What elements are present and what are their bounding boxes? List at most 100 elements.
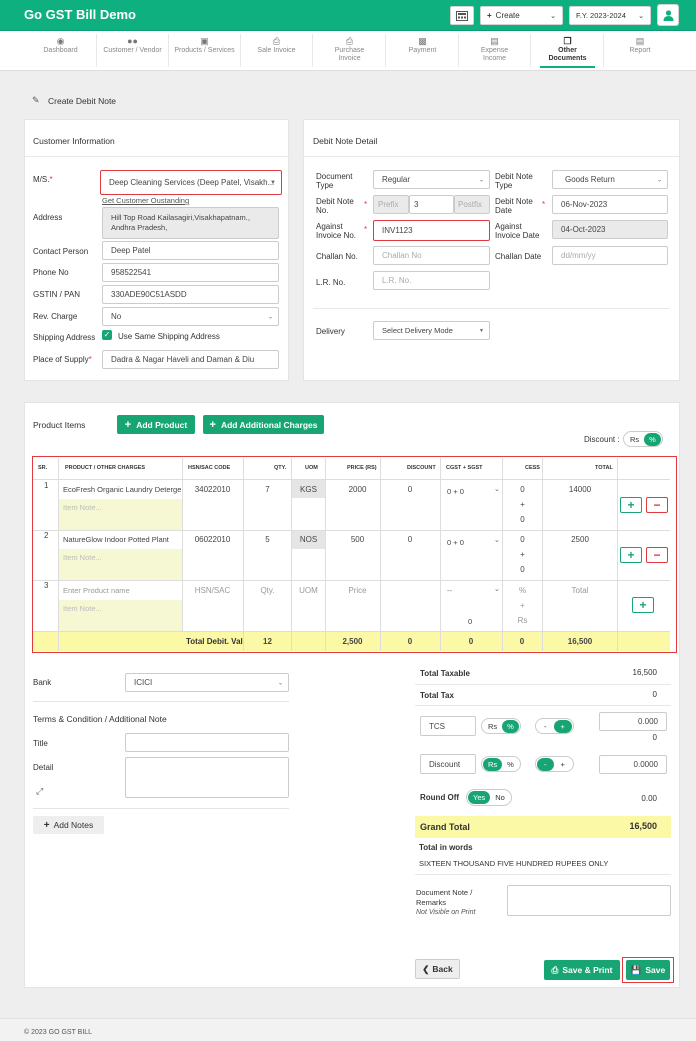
add-notes-button[interactable]: + Add Notes: [33, 816, 104, 834]
save-button[interactable]: 💾 Save: [626, 960, 670, 980]
row3-hsn-input[interactable]: HSN/SAC: [190, 586, 235, 595]
tcs-rs-option[interactable]: Rs: [483, 720, 502, 733]
round-off-no[interactable]: No: [490, 791, 510, 804]
gstin-field[interactable]: 330ADE90C51ASDD: [102, 285, 279, 304]
row1-gst[interactable]: 0 + 0: [447, 487, 464, 496]
row2-price[interactable]: 500: [340, 535, 375, 544]
row3-gst-select[interactable]: --: [447, 586, 452, 595]
tcs-percent-option[interactable]: %: [502, 719, 519, 733]
row1-add-button[interactable]: +: [620, 497, 642, 513]
row1-uom[interactable]: KGS: [292, 485, 325, 494]
tcs-select[interactable]: TCS: [420, 716, 476, 736]
debit-note-date-input[interactable]: 06-Nov-2023: [552, 195, 668, 214]
challan-no-input[interactable]: Challan No: [373, 246, 490, 265]
same-shipping-checkbox[interactable]: ✓: [102, 330, 112, 340]
discount-sign-toggle[interactable]: - +: [535, 756, 574, 772]
row3-uom-input[interactable]: UOM: [292, 586, 325, 595]
row2-product-name[interactable]: NatureGlow Indoor Potted Plant: [63, 535, 181, 544]
user-menu[interactable]: [657, 4, 679, 26]
tcs-value-input[interactable]: 0.000: [599, 712, 667, 731]
place-of-supply-select[interactable]: Dadra & Nagar Haveli and Daman & Diu: [102, 350, 279, 369]
row1-discount[interactable]: 0: [400, 485, 420, 494]
row2-cess-b[interactable]: 0: [515, 565, 530, 574]
bank-select[interactable]: ICICI ⌄: [125, 673, 289, 692]
nav-expense-income[interactable]: ▤ Expense Income: [459, 34, 531, 67]
expand-icon[interactable]: ⤢: [36, 786, 43, 797]
row3-cess-b[interactable]: Rs: [515, 616, 530, 625]
nav-dashboard[interactable]: ◉ Dashboard: [25, 34, 97, 67]
debit-note-type-select[interactable]: Goods Return ⌄: [552, 170, 668, 189]
tcs-minus-option[interactable]: -: [537, 720, 554, 733]
discount-minus-option[interactable]: -: [537, 757, 554, 771]
discount-rs-option[interactable]: Rs: [483, 757, 503, 771]
discount-rs-option[interactable]: Rs: [625, 433, 644, 446]
postfix-input[interactable]: Postfix: [454, 195, 490, 214]
address-field[interactable]: Hill Top Road Kailasagiri,Visakhapatnam.…: [102, 207, 279, 239]
row1-hsn[interactable]: 34022010: [190, 485, 235, 494]
row3-price-input[interactable]: Price: [340, 586, 375, 595]
document-note-textarea[interactable]: [507, 885, 671, 916]
row2-item-note[interactable]: Item Note...: [59, 549, 182, 580]
document-type-select[interactable]: Regular ⌄: [373, 170, 490, 189]
discount-select[interactable]: Discount: [420, 754, 476, 774]
row3-product-name-input[interactable]: Enter Product name: [63, 586, 130, 595]
row1-item-note[interactable]: Item Note...: [59, 499, 182, 530]
row2-qty[interactable]: 5: [260, 535, 275, 544]
round-off-yes[interactable]: Yes: [468, 791, 491, 804]
tcs-sign-toggle[interactable]: - +: [535, 718, 574, 734]
row2-remove-button[interactable]: −: [646, 547, 668, 563]
add-charges-button[interactable]: + Add Additional Charges: [203, 415, 324, 434]
add-product-button[interactable]: + Add Product: [117, 415, 195, 434]
row1-price[interactable]: 2000: [340, 485, 375, 494]
nav-payment[interactable]: ▩ Payment: [387, 34, 459, 67]
customer-select[interactable]: Deep Cleaning Services (Deep Patel, Visa…: [100, 170, 282, 195]
nav-sale-invoice[interactable]: ⎙ Sale Invoice: [241, 34, 313, 67]
discount-percent-option[interactable]: %: [644, 432, 661, 446]
row3-item-note[interactable]: Item Note...: [59, 600, 182, 631]
save-print-button[interactable]: ⎙ Save & Print: [544, 960, 620, 980]
row2-gst[interactable]: 0 + 0: [447, 538, 464, 547]
phone-field[interactable]: 958522541: [102, 263, 279, 282]
row1-cess-a[interactable]: 0: [515, 485, 530, 494]
tcs-plus-option[interactable]: +: [553, 719, 572, 733]
row2-add-button[interactable]: +: [620, 547, 642, 563]
row2-cess-a[interactable]: 0: [515, 535, 530, 544]
nav-other-documents[interactable]: ❐ Other Documents: [532, 34, 604, 68]
row2-uom[interactable]: NOS: [292, 535, 325, 544]
calculator-button[interactable]: [450, 6, 474, 25]
row2-discount[interactable]: 0: [400, 535, 420, 544]
prefix-input[interactable]: Prefix: [373, 195, 409, 214]
row1-remove-button[interactable]: −: [646, 497, 668, 513]
round-off-toggle[interactable]: Yes No: [466, 789, 512, 806]
challan-date-input[interactable]: dd/mm/yy: [552, 246, 668, 265]
nav-purchase-invoice[interactable]: ⎙ Purchase Invoice: [314, 34, 386, 67]
create-dropdown[interactable]: + Create ⌄: [480, 6, 563, 25]
nav-customer-vendor[interactable]: ●● Customer / Vendor: [97, 34, 169, 67]
nav-products-services[interactable]: ▣ Products / Services: [169, 34, 241, 67]
rev-charge-select[interactable]: No ⌄: [102, 307, 279, 326]
fy-dropdown[interactable]: F.Y. 2023-2024 ⌄: [569, 6, 651, 25]
row3-qty-input[interactable]: Qty.: [255, 586, 280, 595]
discount-value-input[interactable]: 0.0000: [599, 755, 667, 774]
contact-field[interactable]: Deep Patel: [102, 241, 279, 260]
back-button[interactable]: ❮ Back: [415, 959, 460, 979]
row1-qty[interactable]: 7: [260, 485, 275, 494]
delivery-select[interactable]: Select Delivery Mode ▼: [373, 321, 490, 340]
debit-note-no-input[interactable]: 3: [409, 195, 454, 214]
terms-title-input[interactable]: [125, 733, 289, 752]
customer-outstanding-link[interactable]: Get Customer Oustanding: [102, 196, 189, 205]
row3-add-button[interactable]: +: [632, 597, 654, 613]
against-invoice-date-input[interactable]: 04-Oct-2023: [552, 220, 668, 239]
discount-mode-toggle[interactable]: Rs %: [623, 431, 663, 447]
row1-product-name[interactable]: EcoFresh Organic Laundry Detergent: [63, 485, 181, 494]
row3-cess-a[interactable]: %: [515, 586, 530, 595]
row1-cess-b[interactable]: 0: [515, 515, 530, 524]
discount-plus-option[interactable]: +: [554, 758, 572, 771]
discount-pct-option[interactable]: %: [502, 758, 519, 771]
nav-report[interactable]: ▤ Report: [604, 34, 676, 67]
row2-hsn[interactable]: 06022010: [190, 535, 235, 544]
lr-no-input[interactable]: L.R. No.: [373, 271, 490, 290]
tcs-mode-toggle[interactable]: Rs %: [481, 718, 521, 734]
against-invoice-input[interactable]: INV1123: [373, 220, 490, 241]
terms-detail-textarea[interactable]: [125, 757, 289, 798]
